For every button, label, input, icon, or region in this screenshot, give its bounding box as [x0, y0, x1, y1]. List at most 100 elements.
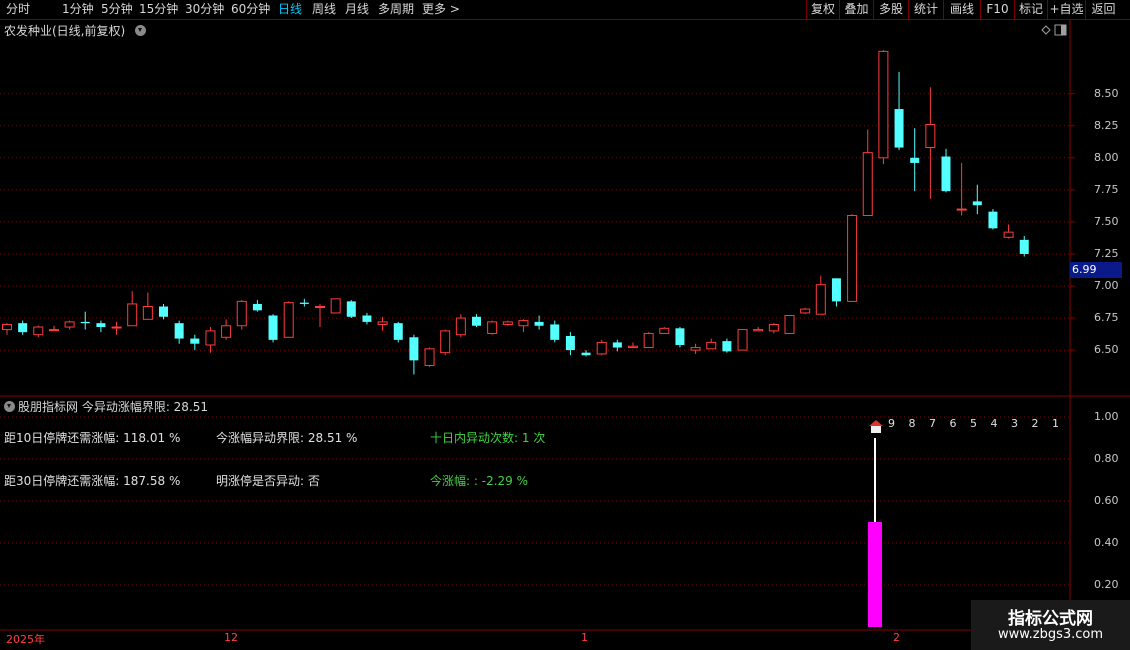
chevron-down-icon[interactable]	[4, 401, 15, 412]
price-tick-label: 8.50	[1094, 86, 1119, 100]
candle	[440, 329, 451, 356]
kline-chart-area	[0, 20, 1130, 631]
candle	[48, 325, 59, 332]
candle	[956, 162, 967, 216]
candle	[518, 319, 529, 333]
row-tomorrow-abnormal: 明涨停是否异动: 否	[216, 474, 320, 488]
candle	[847, 214, 858, 302]
watermark-url: www.zbgs3.com	[997, 627, 1104, 642]
candle	[315, 303, 325, 328]
price-tick-label: 6.50	[1094, 343, 1119, 357]
indicator-tick-label: 0.80	[1094, 452, 1119, 465]
candlestick-series	[2, 50, 1029, 375]
candle	[111, 321, 122, 335]
candle	[972, 184, 982, 215]
candle	[737, 329, 748, 351]
candle	[18, 320, 28, 335]
candle	[675, 327, 685, 348]
candle	[925, 87, 936, 199]
date-label-jan: 1	[581, 631, 588, 644]
candle	[550, 320, 560, 343]
candle	[581, 350, 591, 357]
candle	[330, 298, 341, 314]
candle	[424, 347, 435, 367]
indicator-title[interactable]: 股朋指标网 今异动涨幅界限: 28.51	[4, 398, 208, 415]
indicator-tick-label: 1.00	[1094, 410, 1119, 423]
indicator-tick-label: 0.40	[1094, 536, 1119, 549]
price-tick-label: 8.00	[1094, 150, 1119, 164]
candle	[596, 339, 607, 356]
candle	[346, 300, 356, 319]
candle	[174, 320, 184, 344]
candle	[299, 298, 309, 307]
candle	[221, 319, 232, 340]
candle	[815, 275, 826, 315]
candle	[690, 343, 701, 354]
price-tick-label: 7.50	[1094, 214, 1119, 228]
candle	[455, 314, 466, 338]
row-30day-halt: 距30日停牌还需涨幅: 187.58 %	[4, 474, 181, 488]
candle	[643, 332, 654, 349]
candle	[565, 332, 575, 356]
candle	[768, 323, 779, 334]
candle	[472, 314, 481, 328]
date-label-year: 2025年	[6, 633, 45, 646]
candle	[800, 307, 811, 315]
candle	[377, 316, 388, 331]
price-tick-label: 7.00	[1094, 279, 1119, 292]
candle	[409, 334, 419, 375]
candle	[784, 314, 795, 334]
row-abnormal-count: 十日内异动次数: 1 次	[430, 431, 546, 445]
candle	[487, 320, 498, 335]
candle	[878, 50, 889, 165]
row-10day-halt: 距10日停牌还需涨幅: 118.01 %	[4, 431, 181, 445]
candle	[127, 291, 138, 327]
indicator-tick-label: 0.60	[1094, 494, 1119, 507]
date-label-feb: 2	[893, 631, 900, 644]
candle	[659, 327, 670, 334]
price-tick-label: 7.25	[1094, 246, 1119, 260]
candle	[393, 321, 403, 343]
candle	[80, 311, 90, 330]
site-watermark: 指标公式网 www.zbgs3.com	[971, 600, 1130, 650]
candle	[941, 148, 951, 193]
candle	[1019, 236, 1029, 257]
candle	[534, 315, 544, 330]
row-today-change: 今涨幅: : -2.29 %	[430, 474, 528, 488]
candle	[190, 334, 200, 351]
candle	[894, 71, 904, 151]
indicator-bar	[868, 522, 882, 627]
candle	[628, 342, 638, 349]
candle	[236, 300, 247, 330]
candle	[2, 323, 12, 335]
candle	[142, 292, 153, 320]
candle	[205, 327, 216, 353]
watermark-title: 指标公式网	[1008, 609, 1093, 629]
candle	[64, 320, 75, 330]
candle	[362, 312, 372, 325]
indicator-title-label: 股朋指标网 今异动涨幅界限: 28.51	[18, 400, 209, 414]
countdown-labels: 9 8 7 6 5 4 3 2 1	[888, 417, 1064, 430]
candle	[283, 301, 294, 338]
current-price-badge: 6.99	[1070, 262, 1122, 278]
candle	[722, 338, 732, 353]
price-tick-label: 7.75	[1094, 182, 1119, 196]
house-icon	[869, 420, 883, 433]
candle	[33, 325, 44, 338]
price-tick-label: 6.75	[1094, 311, 1119, 325]
row-abnormal-limit: 今涨幅异动界限: 28.51 %	[216, 431, 358, 445]
candle	[159, 303, 168, 320]
indicator-tick-label: 0.20	[1094, 578, 1119, 591]
candle	[988, 209, 998, 230]
indicator-graph	[0, 416, 1070, 627]
date-label-dec: 12	[224, 631, 238, 644]
candle	[96, 320, 106, 333]
candle	[706, 338, 717, 350]
candle	[268, 314, 278, 343]
candle	[862, 129, 873, 216]
candle	[502, 320, 513, 326]
candle	[1003, 224, 1014, 239]
candle	[252, 300, 262, 312]
diamond-icon	[1041, 25, 1051, 35]
price-tick-label: 8.25	[1094, 118, 1119, 132]
